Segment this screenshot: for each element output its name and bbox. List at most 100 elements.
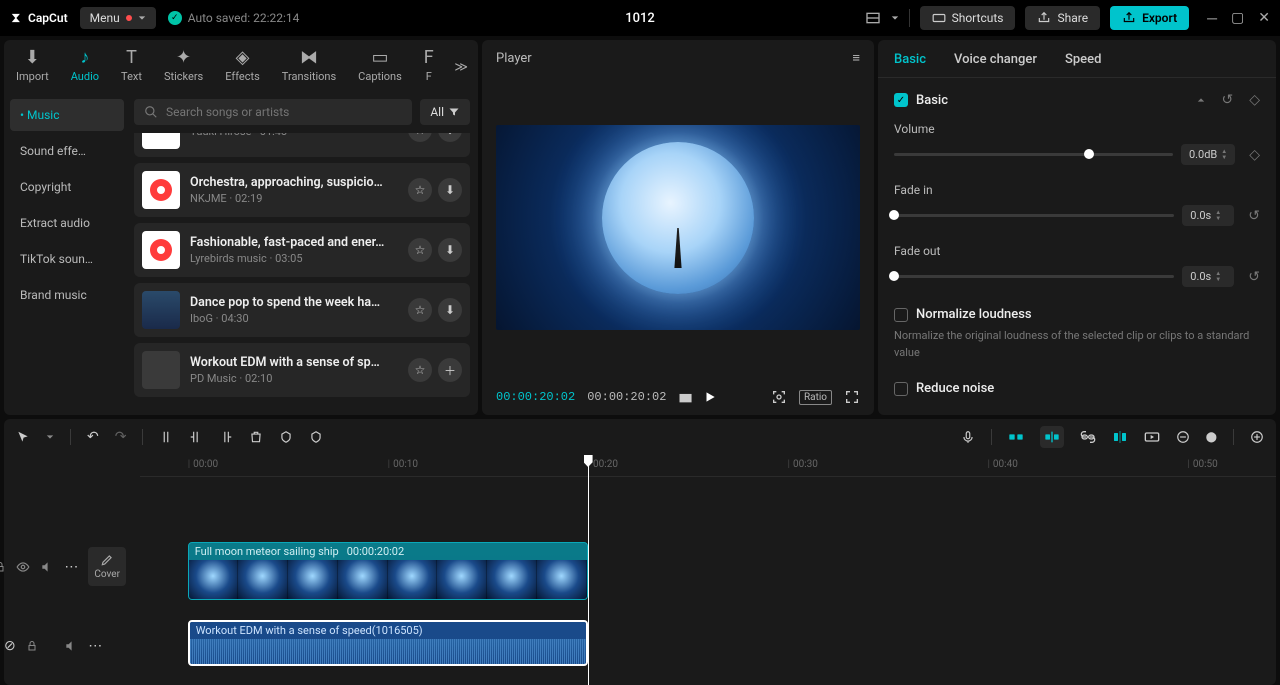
download-icon[interactable]: ⬇ [438,298,462,322]
zoom-in-icon[interactable] [1250,430,1264,444]
favorite-icon[interactable]: ☆ [408,178,432,202]
download-icon[interactable]: ⬇ [438,178,462,202]
keyframe-icon[interactable]: ◇ [1249,147,1260,163]
playhead[interactable] [588,455,589,685]
fullscreen-icon[interactable] [844,389,860,405]
cover-button[interactable]: Cover [88,547,126,586]
category-music[interactable]: • Music [10,99,124,131]
reset-icon[interactable]: ↺ [1248,269,1260,285]
preview-canvas[interactable] [496,125,860,330]
lock-icon[interactable] [26,640,38,652]
media-tab-effects[interactable]: ◈Effects [225,46,260,91]
category-brandmusic[interactable]: Brand music [10,279,124,311]
preview-axis-icon[interactable] [1112,430,1128,444]
link-icon[interactable] [1080,430,1096,444]
basic-checkbox[interactable]: ✓ [894,93,908,107]
media-tab-text[interactable]: TText [121,46,142,91]
zoom-out-icon[interactable] [1176,430,1190,444]
split-right-button[interactable] [219,430,233,444]
fadein-slider[interactable] [894,214,1174,217]
layout-icon[interactable] [865,10,881,26]
split-left-button[interactable] [189,430,203,444]
menu-button[interactable]: Menu [80,7,156,29]
media-tab-f[interactable]: FF [424,46,434,91]
song-item[interactable]: Orchestra, approaching, suspicio…NKJME ·… [134,163,470,217]
favorite-icon[interactable]: ☆ [408,358,432,382]
favorite-icon[interactable]: ☆ [408,298,432,322]
song-item[interactable]: Yuuki Hirose · 01:43 ☆ ⬇ [134,133,470,157]
chevron-down-icon[interactable] [46,433,54,441]
category-copyright[interactable]: Copyright [10,171,124,203]
category-tiktoksoun[interactable]: TikTok soun… [10,243,124,275]
preview-icon[interactable] [1144,430,1160,444]
fadeout-slider[interactable] [894,275,1174,278]
search-input[interactable] [134,99,412,125]
add-icon[interactable]: ＋ [438,358,462,382]
media-tab-stickers[interactable]: ✦Stickers [164,46,203,91]
volume-value[interactable]: 0.0dB▲▼ [1181,144,1235,165]
category-soundeffe[interactable]: Sound effe… [10,135,124,167]
mute-icon[interactable] [40,560,54,574]
media-tab-import[interactable]: ⬇Import [16,46,49,91]
project-title[interactable]: 1012 [625,11,655,26]
marker-icon[interactable] [309,430,323,444]
media-tab-captions[interactable]: ▭Captions [358,46,402,91]
collapse-icon[interactable] [1197,96,1205,104]
maximize-button[interactable]: ▢ [1231,10,1244,27]
time-ruler[interactable]: 00:0000:1000:2000:3000:4000:50 [140,455,1276,477]
properties-tab-voice-changer[interactable]: Voice changer [954,52,1037,67]
song-item[interactable]: Dance pop to spend the week ha…IboG · 04… [134,283,470,337]
audio-clip[interactable]: Workout EDM with a sense of speed(101650… [188,620,588,666]
player-menu-icon[interactable]: ≡ [852,50,860,66]
ruler-tick: 00:40 [987,459,1017,470]
keyframe-icon[interactable]: ◇ [1249,92,1260,108]
video-clip[interactable]: Full moon meteor sailing ship 00:00:20:0… [188,542,588,600]
category-extractaudio[interactable]: Extract audio [10,207,124,239]
undo-button[interactable]: ↶ [87,429,99,445]
song-item[interactable]: Fashionable, fast-paced and ener…Lyrebir… [134,223,470,277]
reset-icon[interactable]: ↺ [1221,92,1233,108]
redo-button[interactable]: ↷ [115,429,127,445]
filter-button[interactable]: All [420,99,470,125]
eye-icon[interactable] [16,560,30,574]
shortcuts-button[interactable]: Shortcuts [920,6,1016,30]
favorite-icon[interactable]: ☆ [408,238,432,262]
select-tool[interactable] [16,430,30,444]
delete-button[interactable] [249,430,263,444]
close-button[interactable]: ✕ [1258,10,1270,27]
volume-slider[interactable] [894,153,1173,156]
media-tab-audio[interactable]: ♪Audio [71,46,99,91]
mic-icon[interactable] [961,430,975,444]
export-button[interactable]: Export [1110,6,1189,30]
share-button[interactable]: Share [1025,6,1100,30]
minimize-button[interactable]: ─ [1207,10,1217,27]
fadeout-value[interactable]: 0.0s▲▼ [1182,266,1234,287]
tabs-scroll-right[interactable]: ≫ [454,60,468,75]
marker-add-icon[interactable] [279,430,293,444]
lock-icon[interactable] [0,561,6,573]
mute-icon[interactable] [64,639,78,653]
reset-icon[interactable]: ↺ [1248,208,1260,224]
song-item[interactable]: Workout EDM with a sense of sp…PD Music … [134,343,470,397]
focus-icon[interactable] [771,389,787,405]
play-button[interactable] [703,390,717,404]
auto-snap-icon[interactable] [1040,426,1064,448]
split-button[interactable] [159,430,173,444]
download-icon[interactable]: ⬇ [438,238,462,262]
media-tab-transitions[interactable]: ⧓Transitions [282,46,336,91]
magnet-main-icon[interactable] [1008,431,1024,443]
properties-tab-basic[interactable]: Basic [894,52,926,67]
track-disable-icon[interactable]: ⊘ [4,638,16,654]
fadein-value[interactable]: 0.0s▲▼ [1182,205,1234,226]
more-icon[interactable]: ⋯ [88,638,102,654]
normalize-checkbox[interactable] [894,308,908,322]
compare-icon[interactable]: ▮▮▮ [678,391,690,404]
favorite-icon[interactable]: ☆ [408,133,432,142]
zoom-slider-thumb[interactable]: ⬤ [1206,432,1217,443]
properties-tab-speed[interactable]: Speed [1065,52,1101,67]
ratio-button[interactable]: Ratio [799,390,832,405]
reduce-noise-checkbox[interactable] [894,382,908,396]
more-icon[interactable]: ⋯ [64,559,78,575]
download-icon[interactable]: ⬇ [438,133,462,142]
chevron-down-icon[interactable] [891,14,899,22]
